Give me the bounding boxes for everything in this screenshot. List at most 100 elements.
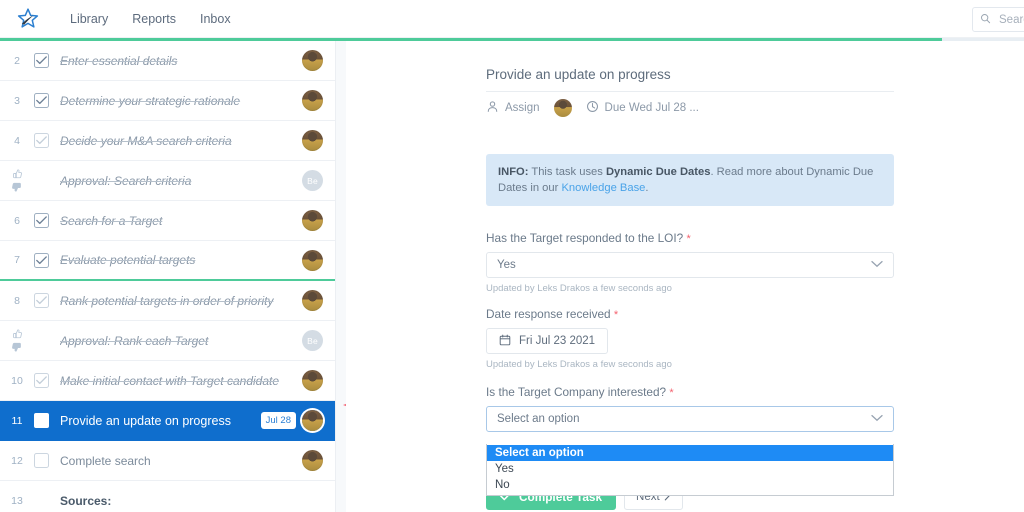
task-label: Decide your M&A search criteria	[60, 133, 232, 148]
avatar[interactable]: Be	[302, 170, 323, 191]
task-index: 2	[14, 54, 20, 67]
assignee-avatar[interactable]	[553, 99, 572, 117]
due-date-label: Due Wed Jul 28 ...	[604, 102, 699, 114]
dropdown-option[interactable]: No	[487, 477, 893, 493]
task-label: Sources:	[60, 493, 112, 508]
task-label: Search for a Target	[60, 213, 163, 228]
task-label: Determine your strategic rationale	[60, 93, 241, 108]
avatar[interactable]	[302, 50, 323, 71]
task-label: Make initial contact with Target candida…	[60, 373, 280, 388]
task-row[interactable]: 11 Provide an update on progress Jul 28	[0, 401, 335, 441]
app-header: Library Reports Inbox	[0, 0, 1024, 38]
task-row[interactable]: 8 Rank potential targets in order of prio…	[0, 281, 335, 321]
task-checkbox-checked[interactable]	[34, 53, 49, 68]
assign-control[interactable]: Assign	[486, 100, 540, 116]
search-input[interactable]	[997, 12, 1024, 27]
info-prefix: INFO:	[498, 166, 529, 178]
task-row[interactable]: Approval: Search criteria Be	[0, 161, 335, 201]
star-logo-icon[interactable]	[8, 0, 48, 38]
avatar[interactable]	[302, 90, 323, 111]
info-banner: INFO: This task uses Dynamic Due Dates. …	[486, 154, 894, 206]
nav-item-reports[interactable]: Reports	[120, 6, 188, 32]
task-label: Enter essential details	[60, 53, 178, 68]
panel-gutter	[336, 41, 346, 512]
task-label: Rank potential targets in order of prior…	[60, 293, 274, 308]
search-box[interactable]	[972, 7, 1024, 32]
loi-responded-select[interactable]: Yes	[486, 252, 894, 278]
task-checkbox-checked[interactable]	[34, 373, 49, 388]
target-interested-dropdown[interactable]: Select an option Yes No	[486, 444, 894, 496]
task-row[interactable]: 2 Enter essential details	[0, 41, 335, 81]
nav-item-inbox[interactable]: Inbox	[188, 6, 243, 32]
field-target-interested: Is the Target Company interested? * Sele…	[486, 385, 894, 432]
target-interested-select[interactable]: Select an option	[486, 406, 894, 432]
task-label: Provide an update on progress	[60, 413, 231, 428]
calendar-icon	[499, 334, 511, 349]
field-update-note: Updated by Leks Drakos a few seconds ago	[486, 359, 672, 370]
chevron-down-icon	[871, 259, 883, 271]
task-due-chip[interactable]: Jul 28	[260, 412, 296, 429]
required-marker: *	[613, 309, 619, 321]
task-checkbox-checked[interactable]	[34, 252, 49, 268]
task-row[interactable]: 12 Complete search	[0, 441, 335, 481]
task-row[interactable]: 7 Evaluate potential targets	[0, 241, 335, 281]
avatar[interactable]	[302, 370, 323, 391]
task-index: 3	[14, 94, 20, 107]
knowledge-base-link[interactable]: Knowledge Base	[561, 182, 645, 194]
task-index: 11	[11, 414, 23, 427]
task-index: 10	[11, 374, 23, 387]
field-label-text: Has the Target responded to the LOI?	[486, 231, 684, 245]
due-date-control[interactable]: Due Wed Jul 28 ...	[586, 100, 699, 116]
task-checkbox-checked[interactable]	[34, 133, 49, 148]
task-index: 12	[11, 454, 23, 467]
avatar[interactable]	[302, 210, 323, 231]
avatar[interactable]	[302, 290, 323, 311]
avatar[interactable]	[302, 450, 323, 471]
avatar[interactable]	[302, 249, 323, 271]
task-row[interactable]: 10 Make initial contact with Target candi…	[0, 361, 335, 401]
task-row[interactable]: Approval: Rank each Target Be	[0, 321, 335, 361]
task-checkbox-checked[interactable]	[34, 293, 49, 308]
task-list-panel[interactable]: 2 Enter essential details 3 Determine your …	[0, 41, 336, 512]
field-update-note: Updated by Leks Drakos a few seconds ago	[486, 283, 672, 294]
approval-thumbs-icons	[0, 168, 34, 193]
task-row[interactable]: 13 Sources:	[0, 481, 335, 512]
field-label-text: Is the Target Company interested?	[486, 385, 667, 399]
nav-item-library[interactable]: Library	[58, 6, 120, 32]
date-response-input[interactable]: Fri Jul 23 2021	[486, 328, 609, 354]
approval-thumbs-icons	[0, 328, 34, 353]
field-label: Is the Target Company interested? *	[486, 385, 894, 399]
chevron-down-icon	[871, 413, 883, 425]
task-row[interactable]: 4 Decide your M&A search criteria	[0, 121, 335, 161]
main-nav: Library Reports Inbox	[58, 6, 243, 32]
task-label: Evaluate potential targets	[60, 253, 196, 267]
title-divider	[486, 91, 894, 92]
task-index: 8	[14, 294, 20, 307]
task-checkbox[interactable]	[34, 453, 49, 468]
field-label-text: Date response received	[486, 307, 611, 321]
dropdown-option[interactable]: Select an option	[487, 445, 893, 461]
task-index: 13	[11, 494, 23, 507]
task-checkbox[interactable]	[34, 413, 49, 428]
person-icon	[486, 100, 499, 116]
dropdown-option[interactable]: Yes	[487, 461, 893, 477]
task-label: Approval: Search criteria	[60, 173, 192, 188]
task-checkbox-checked[interactable]	[34, 213, 49, 228]
task-meta-row: Assign Due Wed Jul 28 ...	[486, 99, 713, 117]
page-title: Provide an update on progress	[486, 67, 671, 82]
field-date-response-received: Date response received * Fri Jul 23 2021…	[486, 307, 894, 370]
task-detail-panel: Provide an update on progress Assign Due…	[346, 41, 1024, 512]
info-text-3: .	[645, 182, 649, 194]
task-checkbox-checked[interactable]	[34, 93, 49, 108]
avatar[interactable]	[302, 130, 323, 151]
task-index: 7	[14, 254, 20, 266]
avatar[interactable]	[302, 410, 323, 431]
field-label: Date response received *	[486, 307, 894, 321]
avatar[interactable]: Be	[302, 330, 323, 351]
required-marker: *	[686, 233, 691, 245]
task-row[interactable]: 6 Search for a Target	[0, 201, 335, 241]
task-index: 4	[14, 134, 20, 147]
info-text-1: This task uses	[531, 166, 606, 178]
field-loi-responded: Has the Target responded to the LOI? * Y…	[486, 231, 894, 294]
task-row[interactable]: 3 Determine your strategic rationale	[0, 81, 335, 121]
